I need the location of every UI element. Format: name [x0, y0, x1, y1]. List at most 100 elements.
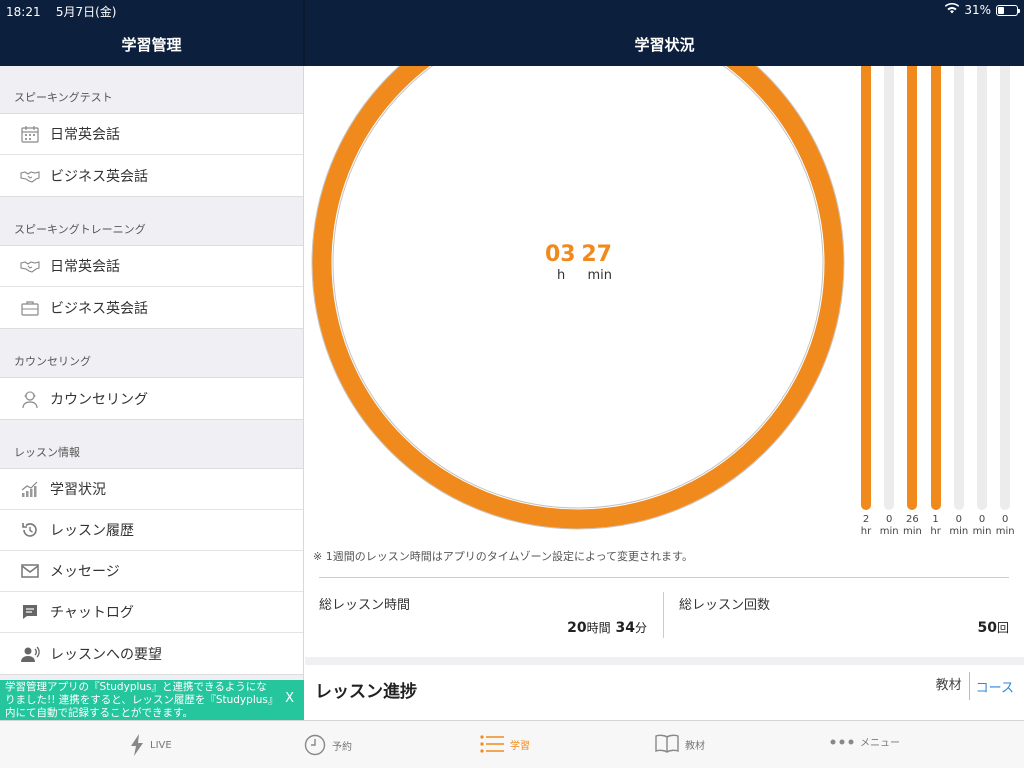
weekly-bar-label: 0 min: [948, 514, 970, 538]
weekly-bar-label: 1 hr: [925, 514, 947, 538]
section-items: カウンセリング: [0, 377, 303, 420]
total-time-value: 20時間 34分: [567, 619, 647, 636]
sidebar-item-label: 日常英会話: [50, 259, 120, 275]
chat-icon: [20, 602, 40, 622]
briefcase-icon: [20, 298, 40, 318]
total-minutes-value: 34: [615, 620, 635, 636]
weekly-bar-fill: [930, 66, 941, 510]
weekly-bar: [884, 66, 895, 510]
progress-segmented-control: 教材 コース: [936, 672, 1014, 700]
total-minutes: 27: [581, 242, 612, 267]
section-label: カウンセリング: [14, 355, 91, 368]
counselor-icon: [20, 389, 40, 409]
wifi-icon: [945, 2, 960, 17]
handshake-icon: [20, 256, 40, 276]
lesson-progress-title: レッスン進捗: [315, 682, 417, 702]
status-left: 18:21 5月7日(金): [6, 3, 117, 20]
weekly-bar-label: 0 min: [878, 514, 900, 538]
weekly-bar-label: 0 min: [971, 514, 993, 538]
total-lesson-count: 総レッスン回数 50回: [665, 592, 1009, 638]
handshake-icon: [20, 166, 40, 186]
weekly-bar: [907, 66, 918, 510]
total-count-value: 50回: [978, 619, 1010, 636]
count-unit-label: 回: [996, 621, 1009, 635]
weekly-bar-label: 0 min: [994, 514, 1016, 538]
sidebar-item-messages[interactable]: メッセージ: [0, 551, 303, 592]
tab-label: 教材: [685, 740, 705, 752]
hours-unit-label: 時間: [586, 621, 611, 635]
hours-unit: h: [557, 268, 566, 283]
page-title: 学習状況: [634, 36, 695, 54]
total-lesson-time: 総レッスン時間 20時間 34分: [319, 592, 664, 638]
chart-icon: [20, 479, 40, 499]
lesson-progress-header: レッスン進捗 教材 コース: [305, 665, 1024, 720]
weekly-bar: [977, 66, 987, 510]
weekly-bar: [930, 66, 941, 510]
sidebar: スピーキングテスト 日常英会話 ビジネス英会話 スピーキングトレーニング 日常英…: [0, 66, 304, 720]
studyplus-banner[interactable]: 学習管理アプリの『Studyplus』と連携できるようになりました!! 連携をす…: [0, 680, 304, 720]
ring-chart: [311, 66, 845, 530]
sidebar-item-label: メッセージ: [50, 564, 120, 580]
sidebar-item-chat-log[interactable]: チャットログ: [0, 592, 303, 633]
section-items: 日常英会話 ビジネス英会話: [0, 113, 303, 197]
weekly-bar: [1000, 66, 1011, 510]
lesson-stats: 総レッスン時間 20時間 34分 総レッスン回数 50回: [319, 577, 1009, 639]
sidebar-item-daily-speaking-training[interactable]: 日常英会話: [0, 246, 303, 287]
tab-live[interactable]: LIVE: [130, 734, 172, 756]
weekly-bar: [953, 66, 964, 510]
weekly-bar-fill: [907, 66, 918, 510]
battery-fill: [998, 6, 1004, 14]
history-icon: [20, 520, 40, 540]
segment-course[interactable]: コース: [970, 677, 1014, 696]
tab-menu[interactable]: メニュー: [830, 734, 900, 749]
lightning-icon: [130, 734, 144, 756]
bar-unit: min: [949, 526, 969, 537]
tab-bar: LIVE 予約 学習 教材 メニュー: [0, 720, 1024, 768]
main-content: 03 27 h min 2 hr 0 min 26 min 1 hr 0 min 0 min 0 min …: [305, 66, 1024, 720]
more-icon: [830, 738, 854, 746]
total-hours: 03: [545, 242, 576, 267]
status-bar: 18:21 5月7日(金) 31%: [0, 0, 1024, 20]
tab-label: 予約: [332, 741, 352, 753]
total-count-number: 50: [977, 620, 997, 636]
section-label: レッスン情報: [14, 446, 80, 459]
sidebar-title: 学習管理: [121, 36, 182, 54]
sidebar-item-daily-speaking-test[interactable]: 日常英会話: [0, 114, 303, 155]
sidebar-item-label: ビジネス英会話: [50, 168, 148, 185]
tab-study[interactable]: 学習: [480, 734, 530, 754]
bar-value: 26: [906, 514, 919, 525]
mail-icon: [20, 561, 40, 581]
banner-text: 学習管理アプリの『Studyplus』と連携できるようになりました!! 連携をす…: [5, 681, 274, 719]
sidebar-item-label: カウンセリング: [50, 391, 148, 408]
sidebar-item-business-speaking-training[interactable]: ビジネス英会話: [0, 287, 303, 328]
bar-unit: min: [879, 526, 899, 537]
section-label: スピーキングテスト: [14, 91, 113, 104]
minutes-unit-label: 分: [634, 621, 647, 635]
sidebar-item-label: 日常英会話: [50, 127, 120, 143]
bar-value: 0: [1002, 514, 1009, 525]
sidebar-item-label: レッスンへの要望: [50, 646, 162, 663]
bar-unit: hr: [860, 526, 872, 537]
tab-label: メニュー: [860, 738, 900, 749]
ring-outer-line: [311, 66, 845, 530]
calendar-icon: [20, 124, 40, 144]
weekly-bar-label: 2 hr: [855, 514, 877, 538]
list-icon: [480, 734, 504, 754]
weekly-bars: 2 hr 0 min 26 min 1 hr 0 min 0 min 0 min: [857, 66, 1024, 541]
sidebar-item-lesson-history[interactable]: レッスン履歴: [0, 510, 303, 551]
sidebar-item-label: レッスン履歴: [50, 523, 134, 539]
battery-percent: 31%: [964, 3, 991, 17]
battery-icon: [996, 4, 1020, 16]
timezone-note: ※ 1週間のレッスン時間はアプリのタイムゾーン設定によって変更されます。: [313, 550, 693, 563]
sidebar-item-business-speaking-test[interactable]: ビジネス英会話: [0, 155, 303, 196]
segment-material[interactable]: 教材: [936, 672, 970, 700]
ring-progress: [312, 66, 844, 529]
tab-materials[interactable]: 教材: [655, 734, 705, 754]
sidebar-item-study-status[interactable]: 学習状況: [0, 469, 303, 510]
sidebar-item-counseling[interactable]: カウンセリング: [0, 378, 303, 419]
bar-value: 0: [978, 514, 986, 525]
tab-label: 学習: [510, 740, 530, 752]
banner-close-button[interactable]: X: [285, 692, 294, 705]
sidebar-item-lesson-request[interactable]: レッスンへの要望: [0, 633, 303, 674]
tab-reservation[interactable]: 予約: [304, 734, 352, 756]
